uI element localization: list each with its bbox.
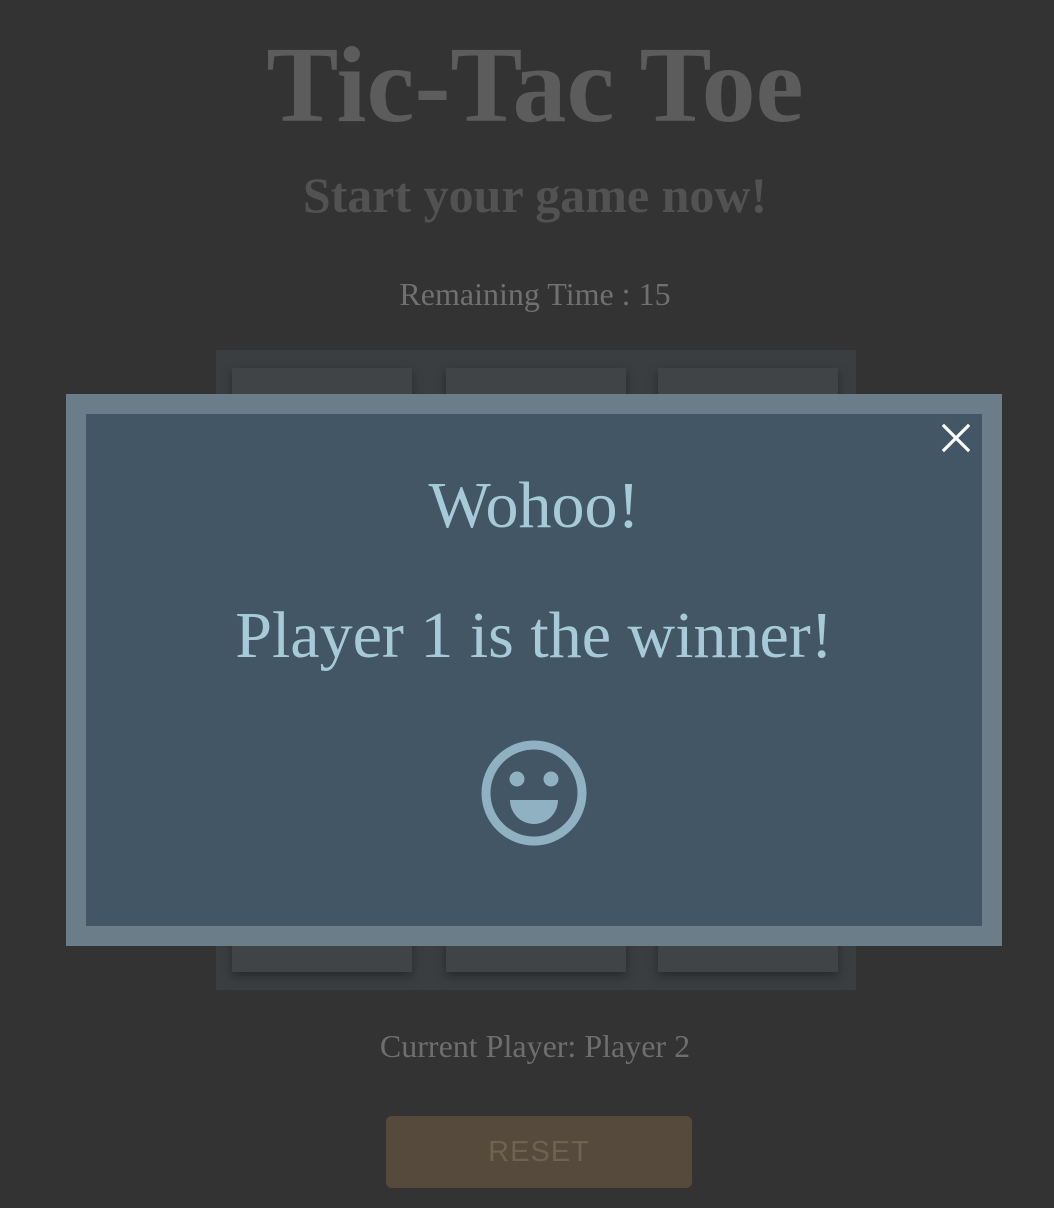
remaining-time: Remaining Time : 15 xyxy=(399,276,671,312)
close-icon[interactable] xyxy=(938,420,974,456)
page-title: Tic-Tac Toe xyxy=(266,26,804,145)
current-player-status: Current Player: Player 2 xyxy=(379,1028,691,1064)
reset-button[interactable]: RESET xyxy=(386,1116,692,1188)
winner-message: Player 1 is the winner! xyxy=(235,599,833,672)
game-page: Tic-Tac Toe Start your game now! Remaini… xyxy=(0,0,1054,1208)
smiley-icon xyxy=(481,740,587,846)
page-subtitle: Start your game now! xyxy=(302,167,768,223)
winner-modal-body: Wohoo! Player 1 is the winner! xyxy=(86,414,982,926)
winner-modal: Wohoo! Player 1 is the winner! xyxy=(66,394,1002,946)
winner-heading: Wohoo! xyxy=(428,469,640,542)
